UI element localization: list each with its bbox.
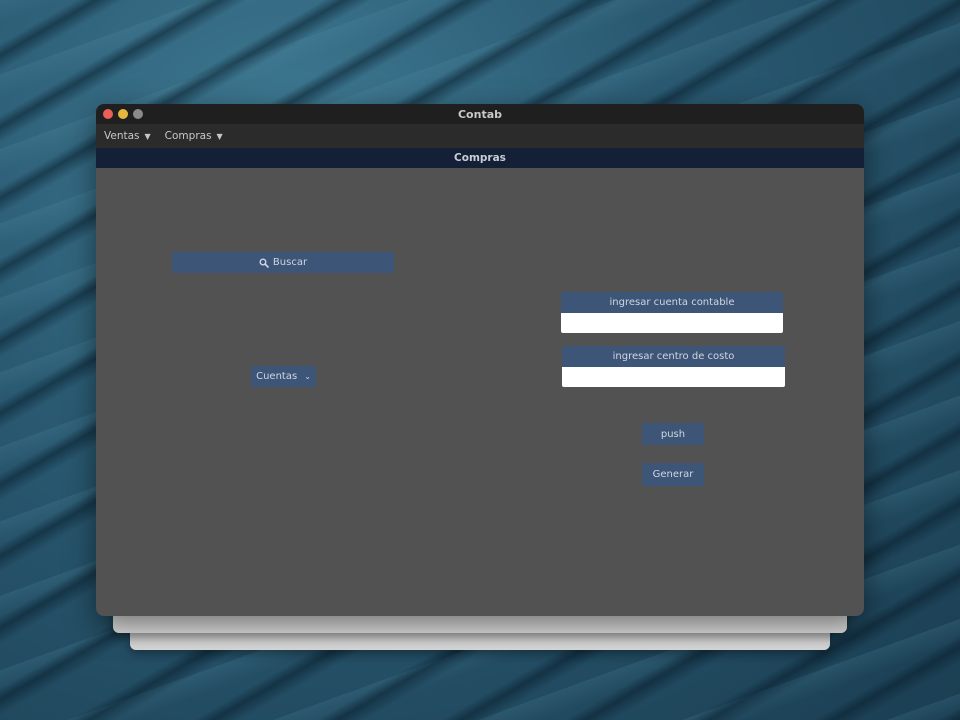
cuentas-dropdown[interactable]: Cuentas ⌄ bbox=[251, 366, 316, 387]
menu-ventas-label: Ventas bbox=[104, 130, 140, 142]
centro-costo-label: ingresar centro de costo bbox=[562, 346, 785, 367]
push-button[interactable]: push bbox=[642, 423, 704, 445]
search-icon bbox=[259, 258, 269, 268]
chevron-down-icon: ⌄ bbox=[304, 372, 311, 381]
generar-button[interactable]: Generar bbox=[642, 463, 704, 486]
title-bar[interactable]: Contab bbox=[96, 104, 864, 124]
cuenta-contable-input[interactable] bbox=[561, 313, 783, 333]
zoom-window-button[interactable] bbox=[133, 109, 143, 119]
menu-bar: Ventas ▼ Compras ▼ bbox=[96, 124, 864, 148]
window-title: Contab bbox=[457, 107, 503, 121]
chevron-down-icon: ▼ bbox=[144, 131, 151, 141]
centro-costo-input[interactable] bbox=[562, 367, 785, 387]
cuenta-contable-label: ingresar cuenta contable bbox=[561, 292, 783, 313]
menu-compras[interactable]: Compras ▼ bbox=[165, 130, 223, 142]
window-controls bbox=[103, 109, 143, 119]
menu-compras-label: Compras bbox=[164, 130, 212, 142]
buscar-button-label: Buscar bbox=[272, 257, 308, 268]
buscar-button[interactable]: Buscar bbox=[172, 252, 394, 273]
minimize-window-button[interactable] bbox=[118, 109, 128, 119]
cuentas-dropdown-label: Cuentas bbox=[256, 371, 298, 382]
app-window: Contab Ventas ▼ Compras ▼ Compras Buscar… bbox=[96, 104, 864, 616]
section-title: Compras bbox=[96, 148, 864, 168]
menu-ventas[interactable]: Ventas ▼ bbox=[104, 130, 151, 142]
chevron-down-icon: ▼ bbox=[216, 131, 223, 141]
close-window-button[interactable] bbox=[103, 109, 113, 119]
